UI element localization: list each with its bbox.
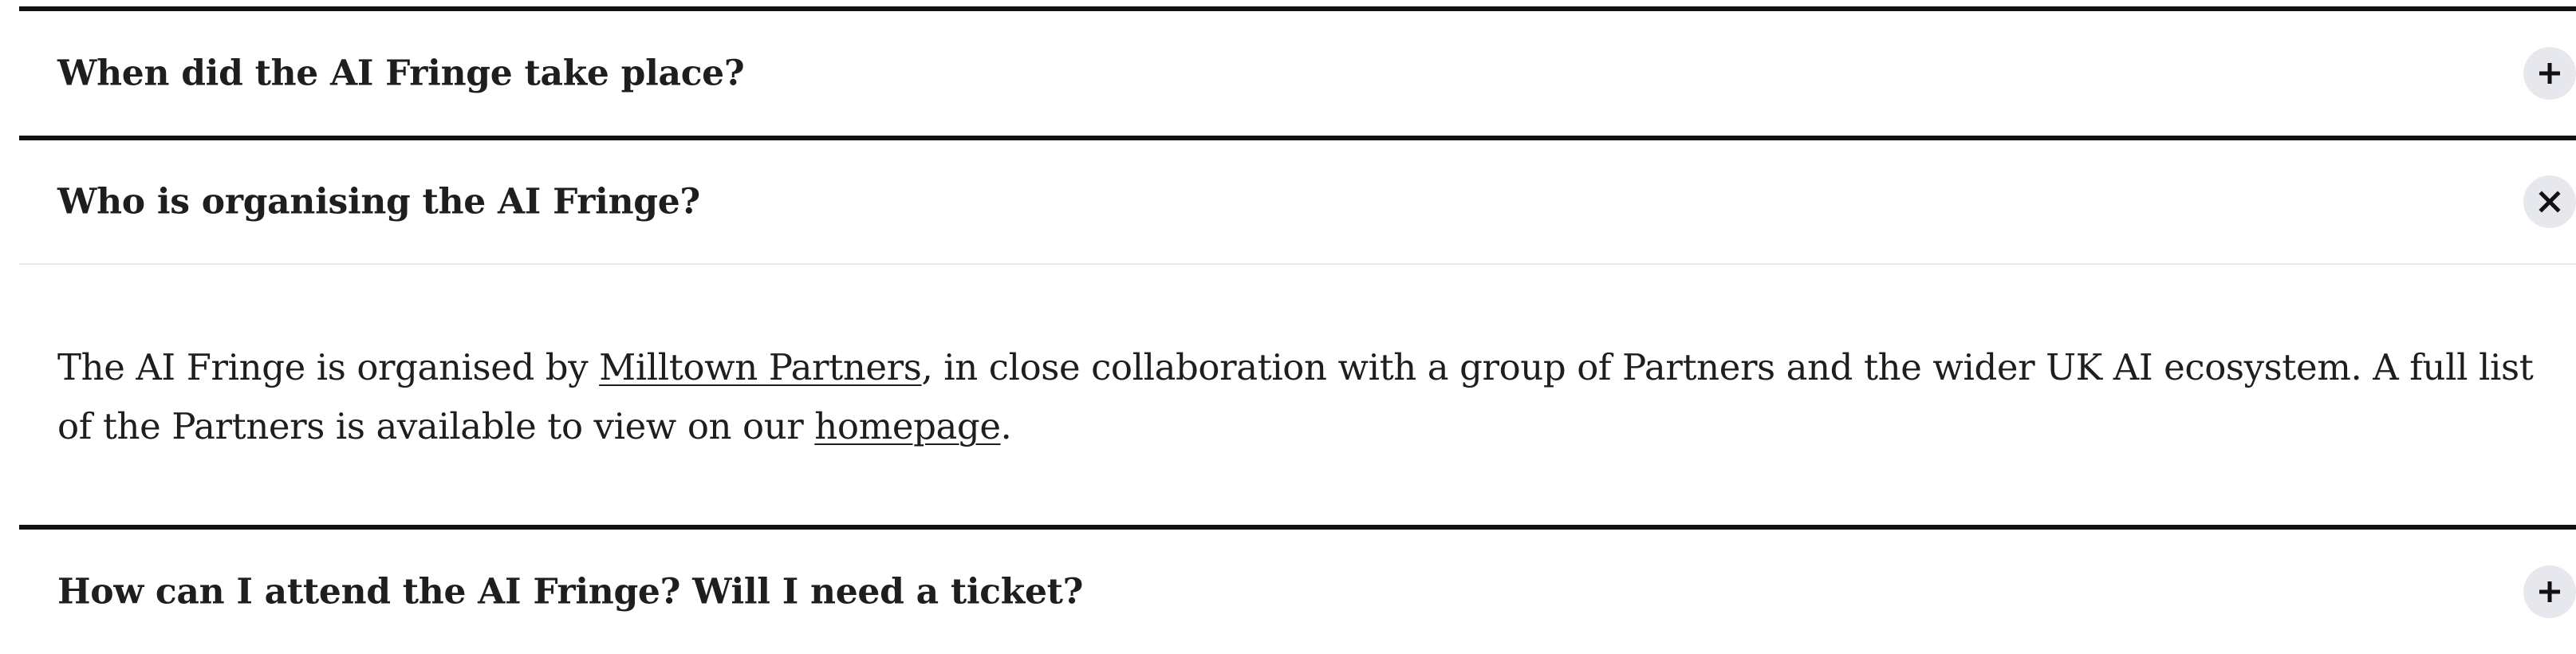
faq-question-text: How can I attend the AI Fringe? Will I n… — [57, 571, 1084, 613]
plus-icon[interactable] — [2523, 565, 2576, 618]
faq-item: Who is organising the AI Fringe? The AI … — [19, 136, 2576, 525]
faq-question-button[interactable]: How can I attend the AI Fringe? Will I n… — [19, 530, 2576, 654]
faq-accordion: When did the AI Fringe take place? Who i… — [19, 0, 2576, 654]
faq-question-button[interactable]: When did the AI Fringe take place? — [19, 11, 2576, 136]
answer-text-part: . — [1000, 405, 1012, 447]
faq-item: When did the AI Fringe take place? — [19, 6, 2576, 136]
plus-icon[interactable] — [2523, 47, 2576, 100]
answer-text-part: The AI Fringe is organised by — [57, 346, 600, 388]
close-icon[interactable] — [2523, 175, 2576, 228]
faq-question-text: Who is organising the AI Fringe? — [57, 181, 700, 223]
faq-answer: The AI Fringe is organised by Milltown P… — [19, 265, 2576, 525]
faq-answer-text: The AI Fringe is organised by Milltown P… — [57, 338, 2562, 456]
homepage-link[interactable]: homepage — [814, 405, 1001, 447]
faq-question-text: When did the AI Fringe take place? — [57, 53, 745, 94]
faq-question-button[interactable]: Who is organising the AI Fringe? — [19, 140, 2576, 265]
milltown-partners-link[interactable]: Milltown Partners — [599, 346, 922, 388]
faq-item: How can I attend the AI Fringe? Will I n… — [19, 525, 2576, 654]
